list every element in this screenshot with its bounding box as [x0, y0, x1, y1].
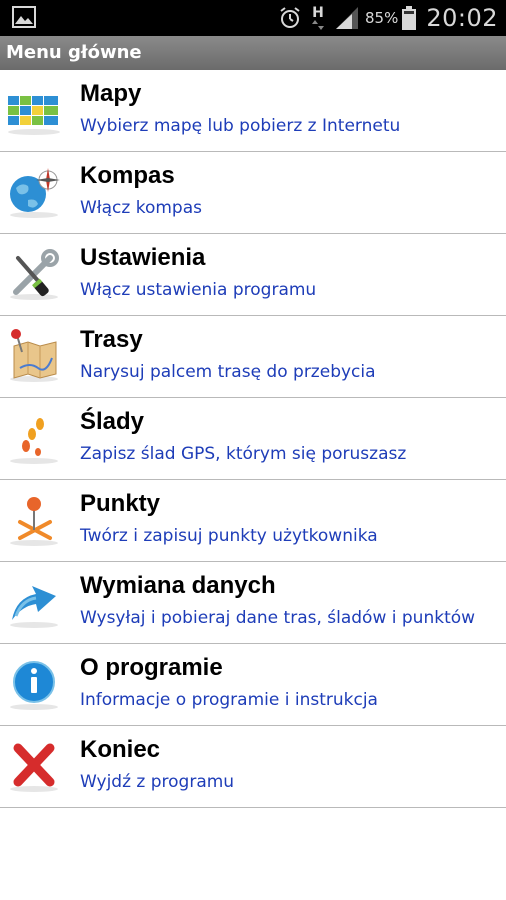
menu-item-subtitle: Włącz ustawienia programu — [80, 280, 317, 300]
menu-item-title: Trasy — [80, 326, 143, 353]
menu-item-points[interactable]: Punkty Twórz i zapisuj punkty użytkownik… — [0, 480, 506, 562]
menu-item-title: Koniec — [80, 736, 161, 763]
compass-globe-icon — [6, 164, 62, 220]
menu-item-subtitle: Włącz kompas — [80, 198, 202, 218]
menu-item-settings[interactable]: Ustawienia Włącz ustawienia programu — [0, 234, 506, 316]
clock: 20:02 — [426, 4, 498, 32]
route-map-icon — [6, 328, 62, 384]
menu-item-title: Wymiana danych — [80, 572, 276, 599]
menu-item-title: Ślady — [80, 408, 145, 435]
footprints-icon — [6, 410, 62, 466]
page-title: Menu główne — [0, 36, 506, 70]
network-type-label: H — [312, 5, 324, 21]
h-data-icon: H — [309, 5, 327, 31]
alarm-icon — [277, 5, 303, 31]
menu-item-subtitle: Narysuj palcem trasę do przebycia — [80, 362, 376, 382]
waypoint-pin-icon — [6, 492, 62, 548]
info-icon — [6, 656, 62, 712]
menu-item-subtitle: Zapisz ślad GPS, którym się poruszasz — [80, 444, 407, 464]
tools-icon — [6, 246, 62, 302]
menu-item-title: Mapy — [80, 80, 142, 107]
menu-item-subtitle: Wysyłaj i pobieraj dane tras, śladów i p… — [80, 608, 476, 628]
menu-item-subtitle: Wyjdź z programu — [80, 772, 235, 792]
menu-item-tracks[interactable]: Ślady Zapisz ślad GPS, którym się porusz… — [0, 398, 506, 480]
menu-item-title: Kompas — [80, 162, 175, 189]
menu-item-routes[interactable]: Trasy Narysuj palcem trasę do przebycia — [0, 316, 506, 398]
battery-icon — [402, 6, 417, 30]
status-bar: H 85% 20:02 — [0, 0, 506, 36]
menu-item-exit[interactable]: Koniec Wyjdź z programu — [0, 726, 506, 808]
signal-icon — [333, 5, 359, 31]
exit-x-icon — [6, 738, 62, 794]
menu-item-subtitle: Informacje o programie i instrukcja — [80, 690, 378, 710]
image-icon — [12, 6, 36, 28]
menu-item-maps[interactable]: Mapy Wybierz mapę lub pobierz z Internet… — [0, 70, 506, 152]
menu-item-title: Ustawienia — [80, 244, 206, 271]
menu-item-about[interactable]: O programie Informacje o programie i ins… — [0, 644, 506, 726]
menu-item-compass[interactable]: Kompas Włącz kompas — [0, 152, 506, 234]
main-menu-list: Mapy Wybierz mapę lub pobierz z Internet… — [0, 70, 506, 808]
menu-item-title: Punkty — [80, 490, 161, 517]
upload-arrow-icon — [6, 574, 62, 630]
menu-item-data-exchange[interactable]: Wymiana danych Wysyłaj i pobieraj dane t… — [0, 562, 506, 644]
battery-percent: 85% — [364, 9, 399, 27]
maps-grid-icon — [6, 82, 62, 138]
menu-item-title: O programie — [80, 654, 223, 681]
menu-item-subtitle: Twórz i zapisuj punkty użytkownika — [80, 526, 378, 546]
menu-item-subtitle: Wybierz mapę lub pobierz z Internetu — [80, 116, 401, 136]
